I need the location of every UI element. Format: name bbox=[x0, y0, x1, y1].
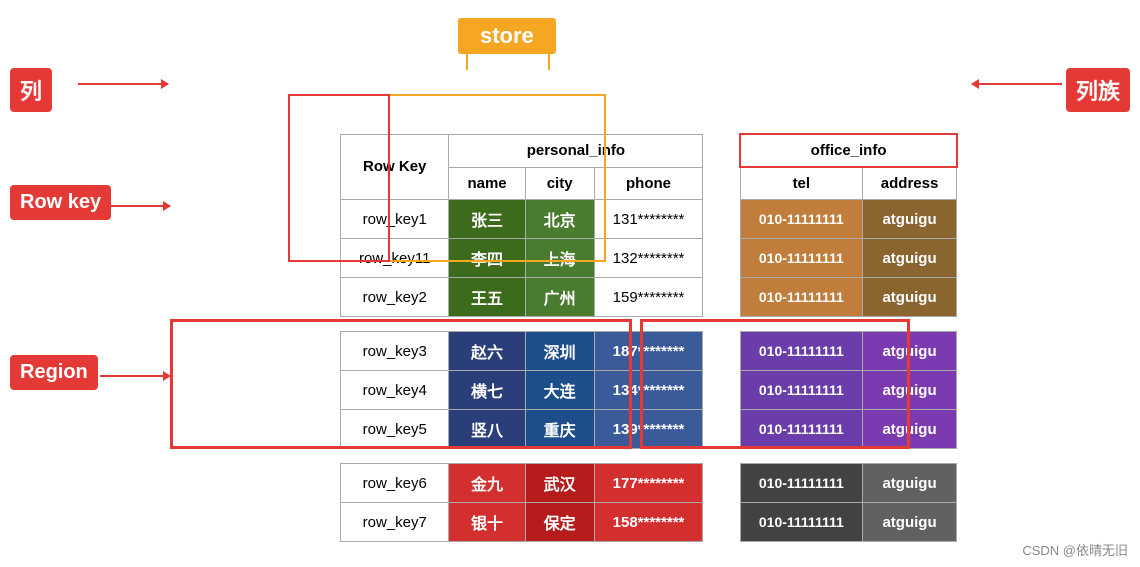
rowkey-label: Row key bbox=[10, 185, 111, 220]
main-container: 列 列族 Row key Region store Row Key person… bbox=[0, 0, 1140, 567]
row-key-cell: row_key11 bbox=[341, 239, 449, 278]
table-row: row_key5 竖八 重庆 139******** 010-11111111 … bbox=[341, 410, 957, 449]
name-cell: 李四 bbox=[449, 239, 525, 278]
address-cell: atguigu bbox=[862, 503, 957, 542]
main-table: Row Key personal_info office_info name c… bbox=[340, 133, 958, 542]
city-header: city bbox=[525, 167, 594, 200]
spacer-cell bbox=[703, 332, 741, 371]
lie-label: 列 bbox=[10, 68, 52, 112]
spacer-header2 bbox=[703, 167, 741, 200]
phone-header: phone bbox=[594, 167, 703, 200]
spacer-cell-full bbox=[341, 317, 957, 332]
city-cell: 大连 bbox=[525, 371, 594, 410]
personal-info-header: personal_info bbox=[449, 134, 703, 167]
tel-cell: 010-11111111 bbox=[740, 239, 862, 278]
city-cell: 保定 bbox=[525, 503, 594, 542]
name-cell: 金九 bbox=[449, 464, 525, 503]
office-info-header: office_info bbox=[740, 134, 956, 167]
phone-cell: 132******** bbox=[594, 239, 703, 278]
city-cell: 深圳 bbox=[525, 332, 594, 371]
rowkey-arrow bbox=[100, 205, 170, 207]
city-cell: 武汉 bbox=[525, 464, 594, 503]
spacer-row bbox=[341, 449, 957, 464]
tel-cell: 010-11111111 bbox=[740, 371, 862, 410]
table-row: row_key7 银十 保定 158******** 010-11111111 … bbox=[341, 503, 957, 542]
tel-cell: 010-11111111 bbox=[740, 503, 862, 542]
store-label: store bbox=[458, 18, 556, 54]
liezu-arrow bbox=[972, 83, 1062, 85]
address-cell: atguigu bbox=[862, 239, 957, 278]
region-arrow bbox=[100, 375, 170, 377]
tel-cell: 010-11111111 bbox=[740, 200, 862, 239]
spacer-header bbox=[703, 134, 741, 167]
table-row: row_key11 李四 上海 132******** 010-11111111… bbox=[341, 239, 957, 278]
address-cell: atguigu bbox=[862, 278, 957, 317]
tel-header: tel bbox=[740, 167, 862, 200]
phone-cell: 131******** bbox=[594, 200, 703, 239]
city-cell: 广州 bbox=[525, 278, 594, 317]
watermark: CSDN @依晴无旧 bbox=[1022, 540, 1128, 559]
address-cell: atguigu bbox=[862, 410, 957, 449]
city-cell: 上海 bbox=[525, 239, 594, 278]
lie-arrow bbox=[78, 83, 168, 85]
table-row: row_key1 张三 北京 131******** 010-11111111 … bbox=[341, 200, 957, 239]
phone-cell: 134******** bbox=[594, 371, 703, 410]
name-cell: 横七 bbox=[449, 371, 525, 410]
tel-cell: 010-11111111 bbox=[740, 410, 862, 449]
rowkey-header: Row Key bbox=[341, 134, 449, 200]
region-label: Region bbox=[10, 355, 98, 390]
spacer-row bbox=[341, 317, 957, 332]
spacer-cell bbox=[703, 200, 741, 239]
address-cell: atguigu bbox=[862, 371, 957, 410]
phone-cell: 187******** bbox=[594, 332, 703, 371]
phone-cell: 159******** bbox=[594, 278, 703, 317]
row-key-cell: row_key3 bbox=[341, 332, 449, 371]
name-cell: 竖八 bbox=[449, 410, 525, 449]
row-key-cell: row_key2 bbox=[341, 278, 449, 317]
row-key-cell: row_key5 bbox=[341, 410, 449, 449]
phone-cell: 177******** bbox=[594, 464, 703, 503]
row-key-cell: row_key1 bbox=[341, 200, 449, 239]
city-cell: 北京 bbox=[525, 200, 594, 239]
row-key-cell: row_key6 bbox=[341, 464, 449, 503]
address-cell: atguigu bbox=[862, 200, 957, 239]
tel-cell: 010-11111111 bbox=[740, 278, 862, 317]
spacer-cell bbox=[703, 278, 741, 317]
spacer-cell bbox=[703, 239, 741, 278]
city-cell: 重庆 bbox=[525, 410, 594, 449]
table-row: row_key4 横七 大连 134******** 010-11111111 … bbox=[341, 371, 957, 410]
spacer-cell bbox=[703, 410, 741, 449]
liezu-label: 列族 bbox=[1066, 68, 1130, 112]
name-cell: 王五 bbox=[449, 278, 525, 317]
phone-cell: 139******** bbox=[594, 410, 703, 449]
name-cell: 银十 bbox=[449, 503, 525, 542]
table-row: row_key2 王五 广州 159******** 010-11111111 … bbox=[341, 278, 957, 317]
phone-cell: 158******** bbox=[594, 503, 703, 542]
address-header: address bbox=[862, 167, 957, 200]
row-key-cell: row_key4 bbox=[341, 371, 449, 410]
address-cell: atguigu bbox=[862, 464, 957, 503]
table-row: row_key3 赵六 深圳 187******** 010-11111111 … bbox=[341, 332, 957, 371]
address-cell: atguigu bbox=[862, 332, 957, 371]
row-key-cell: row_key7 bbox=[341, 503, 449, 542]
name-cell: 赵六 bbox=[449, 332, 525, 371]
spacer-cell bbox=[703, 371, 741, 410]
table-row: row_key6 金九 武汉 177******** 010-11111111 … bbox=[341, 464, 957, 503]
spacer-cell-full bbox=[341, 449, 957, 464]
tel-cell: 010-11111111 bbox=[740, 332, 862, 371]
spacer-cell bbox=[703, 503, 741, 542]
tel-cell: 010-11111111 bbox=[740, 464, 862, 503]
name-header: name bbox=[449, 167, 525, 200]
name-cell: 张三 bbox=[449, 200, 525, 239]
spacer-cell bbox=[703, 464, 741, 503]
